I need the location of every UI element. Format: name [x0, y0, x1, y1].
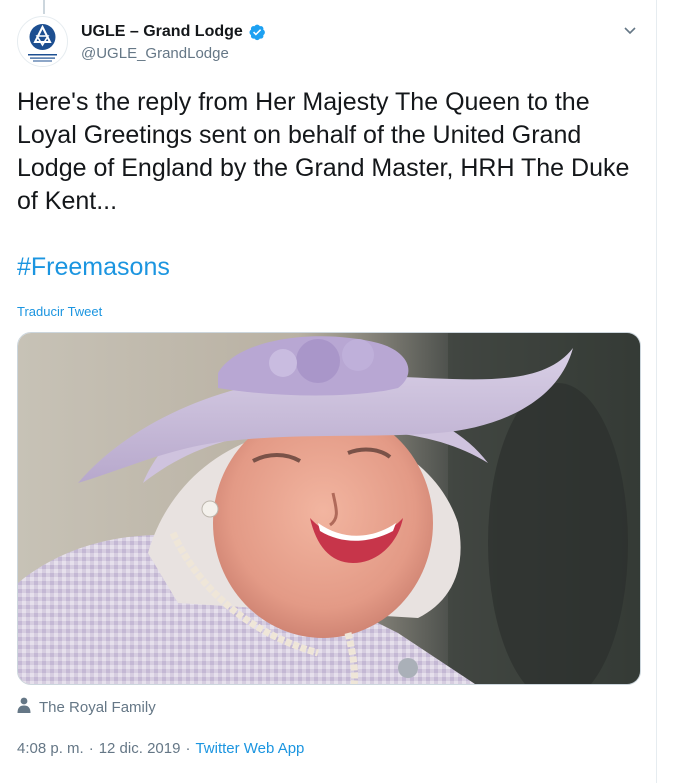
tweet-meta: 4:08 p. m. · 12 dic. 2019 · Twitter Web …: [17, 740, 304, 757]
tweet-time[interactable]: 4:08 p. m.: [17, 740, 84, 757]
person-icon: [17, 697, 31, 718]
chevron-down-icon[interactable]: [622, 22, 638, 38]
thread-connector-line: [43, 0, 45, 14]
tweet-text: Here's the reply from Her Majesty The Qu…: [17, 88, 637, 215]
attribution-label[interactable]: The Royal Family: [39, 699, 156, 716]
display-name[interactable]: UGLE – Grand Lodge: [81, 23, 243, 41]
media-attribution[interactable]: The Royal Family: [17, 696, 156, 718]
tweet-card: UGLE – Grand Lodge @UGLE_GrandLodge Here…: [0, 0, 657, 783]
ugle-logo-icon: [28, 24, 57, 62]
tweet-source-link[interactable]: Twitter Web App: [195, 740, 304, 757]
avatar[interactable]: [17, 16, 68, 67]
verified-badge-icon: [248, 23, 266, 41]
meta-separator: ·: [185, 740, 191, 757]
meta-separator: ·: [88, 740, 94, 757]
user-info[interactable]: UGLE – Grand Lodge @UGLE_GrandLodge: [81, 22, 266, 62]
user-handle[interactable]: @UGLE_GrandLodge: [81, 45, 266, 62]
tweet-date[interactable]: 12 dic. 2019: [99, 740, 181, 757]
translate-tweet-link[interactable]: Traducir Tweet: [17, 304, 102, 319]
tweet-photo[interactable]: [17, 332, 641, 685]
hashtag-link[interactable]: #Freemasons: [17, 251, 170, 284]
